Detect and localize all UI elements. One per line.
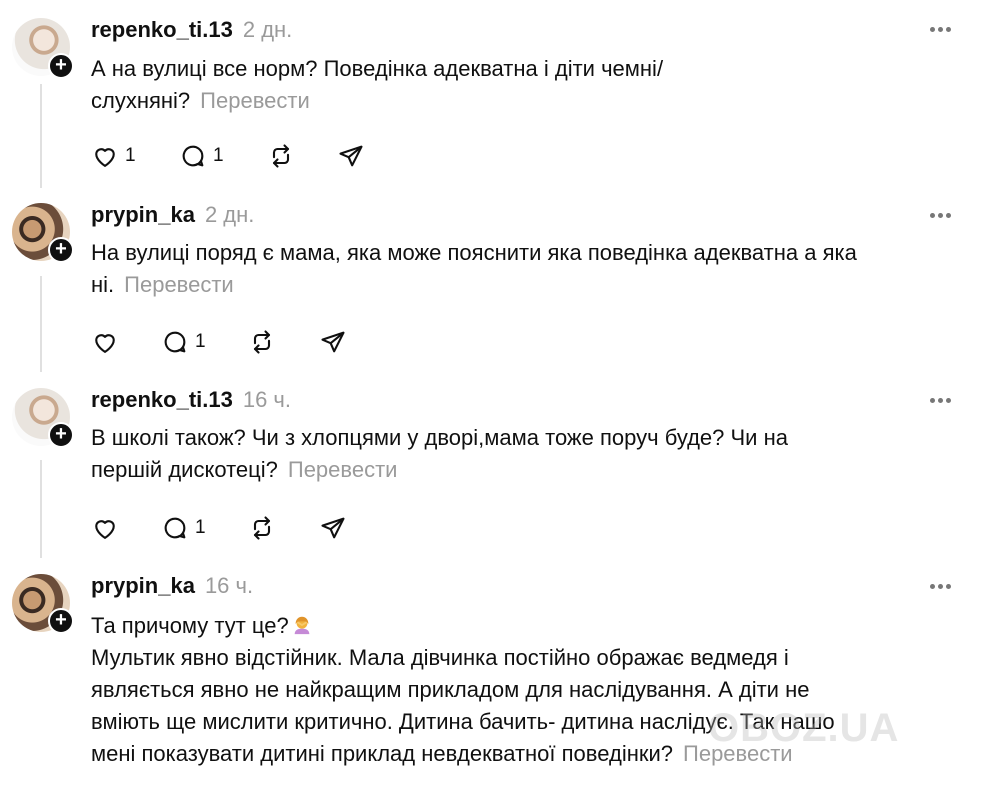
reply-count: 1	[213, 145, 224, 166]
heart-icon	[95, 148, 115, 167]
like-button[interactable]	[91, 327, 125, 357]
timestamp: 2 дн.	[204, 202, 255, 227]
repost-icon	[253, 330, 271, 354]
comment-header: prypin_ka 16 ч.	[91, 573, 253, 599]
share-button[interactable]	[319, 327, 347, 357]
plus-icon[interactable]: +	[48, 422, 74, 448]
heart-icon	[95, 520, 115, 539]
username[interactable]: prypin_ka	[91, 573, 195, 598]
repost-icon	[272, 144, 290, 168]
send-icon	[339, 145, 363, 167]
more-dots-icon[interactable]	[930, 213, 952, 219]
plus-icon[interactable]: +	[48, 237, 74, 263]
comment-header: repenko_ti.13 2 дн.	[91, 17, 292, 43]
like-count: 1	[125, 145, 136, 166]
reply-button[interactable]: 1	[161, 513, 206, 543]
translate-link[interactable]: Перевести	[200, 88, 310, 113]
comment-bubble-icon	[164, 331, 186, 353]
username[interactable]: prypin_ka	[91, 202, 195, 227]
translate-link[interactable]: Перевести	[124, 272, 234, 297]
comment-text: На вулиці поряд є мама, яка може пояснит…	[91, 240, 857, 297]
translate-link[interactable]: Перевести	[288, 457, 398, 482]
heart-icon	[95, 334, 115, 353]
comment-bubble-icon	[164, 517, 186, 539]
reply-count: 1	[195, 331, 206, 352]
send-icon	[321, 517, 345, 539]
timestamp: 2 дн.	[242, 17, 293, 42]
reply-button[interactable]: 1	[161, 327, 206, 357]
send-icon	[321, 331, 345, 353]
comment-bubble-icon	[182, 145, 204, 167]
woman-facepalming-emoji-icon	[294, 616, 310, 635]
repost-button[interactable]	[267, 141, 295, 171]
more-dots-icon[interactable]	[930, 398, 952, 404]
thread-line	[40, 84, 42, 188]
thread-line	[40, 460, 42, 558]
repost-button[interactable]	[248, 327, 276, 357]
repost-button[interactable]	[248, 513, 276, 543]
reply-button[interactable]: 1	[179, 141, 224, 171]
thread-line	[40, 276, 42, 372]
timestamp: 16 ч.	[242, 387, 292, 412]
comment-2: + prypin_ka 2 дн. На вулиці поряд є мама,…	[0, 190, 982, 374]
comment-header: repenko_ti.13 16 ч.	[91, 387, 291, 413]
username[interactable]: repenko_ti.13	[91, 17, 233, 42]
share-button[interactable]	[319, 513, 347, 543]
comment-1: + repenko_ti.13 2 дн. А на вулиці все нор…	[0, 0, 982, 190]
comment-4: + prypin_ka 16 ч. Та причому тут це? Муль…	[0, 560, 982, 792]
share-button[interactable]	[337, 141, 365, 171]
more-dots-icon[interactable]	[930, 27, 952, 33]
like-button[interactable]	[91, 513, 125, 543]
plus-icon[interactable]: +	[48, 608, 74, 634]
username[interactable]: repenko_ti.13	[91, 387, 233, 412]
comment-header: prypin_ka 2 дн.	[91, 202, 254, 228]
comment-3: + repenko_ti.13 16 ч. В школі також? Чи з…	[0, 374, 982, 560]
repost-icon	[253, 516, 271, 540]
plus-icon[interactable]: +	[48, 53, 74, 79]
like-button[interactable]: 1	[91, 141, 136, 171]
reply-count: 1	[195, 517, 206, 538]
timestamp: 16 ч.	[204, 573, 254, 598]
comment-text: В школі також? Чи з хлопцями у дворі,мам…	[91, 425, 788, 482]
watermark: OBOZ.UA	[708, 706, 900, 750]
comment-text: А на вулиці все норм? Поведінка адекватн…	[91, 56, 664, 113]
more-dots-icon[interactable]	[930, 584, 952, 590]
